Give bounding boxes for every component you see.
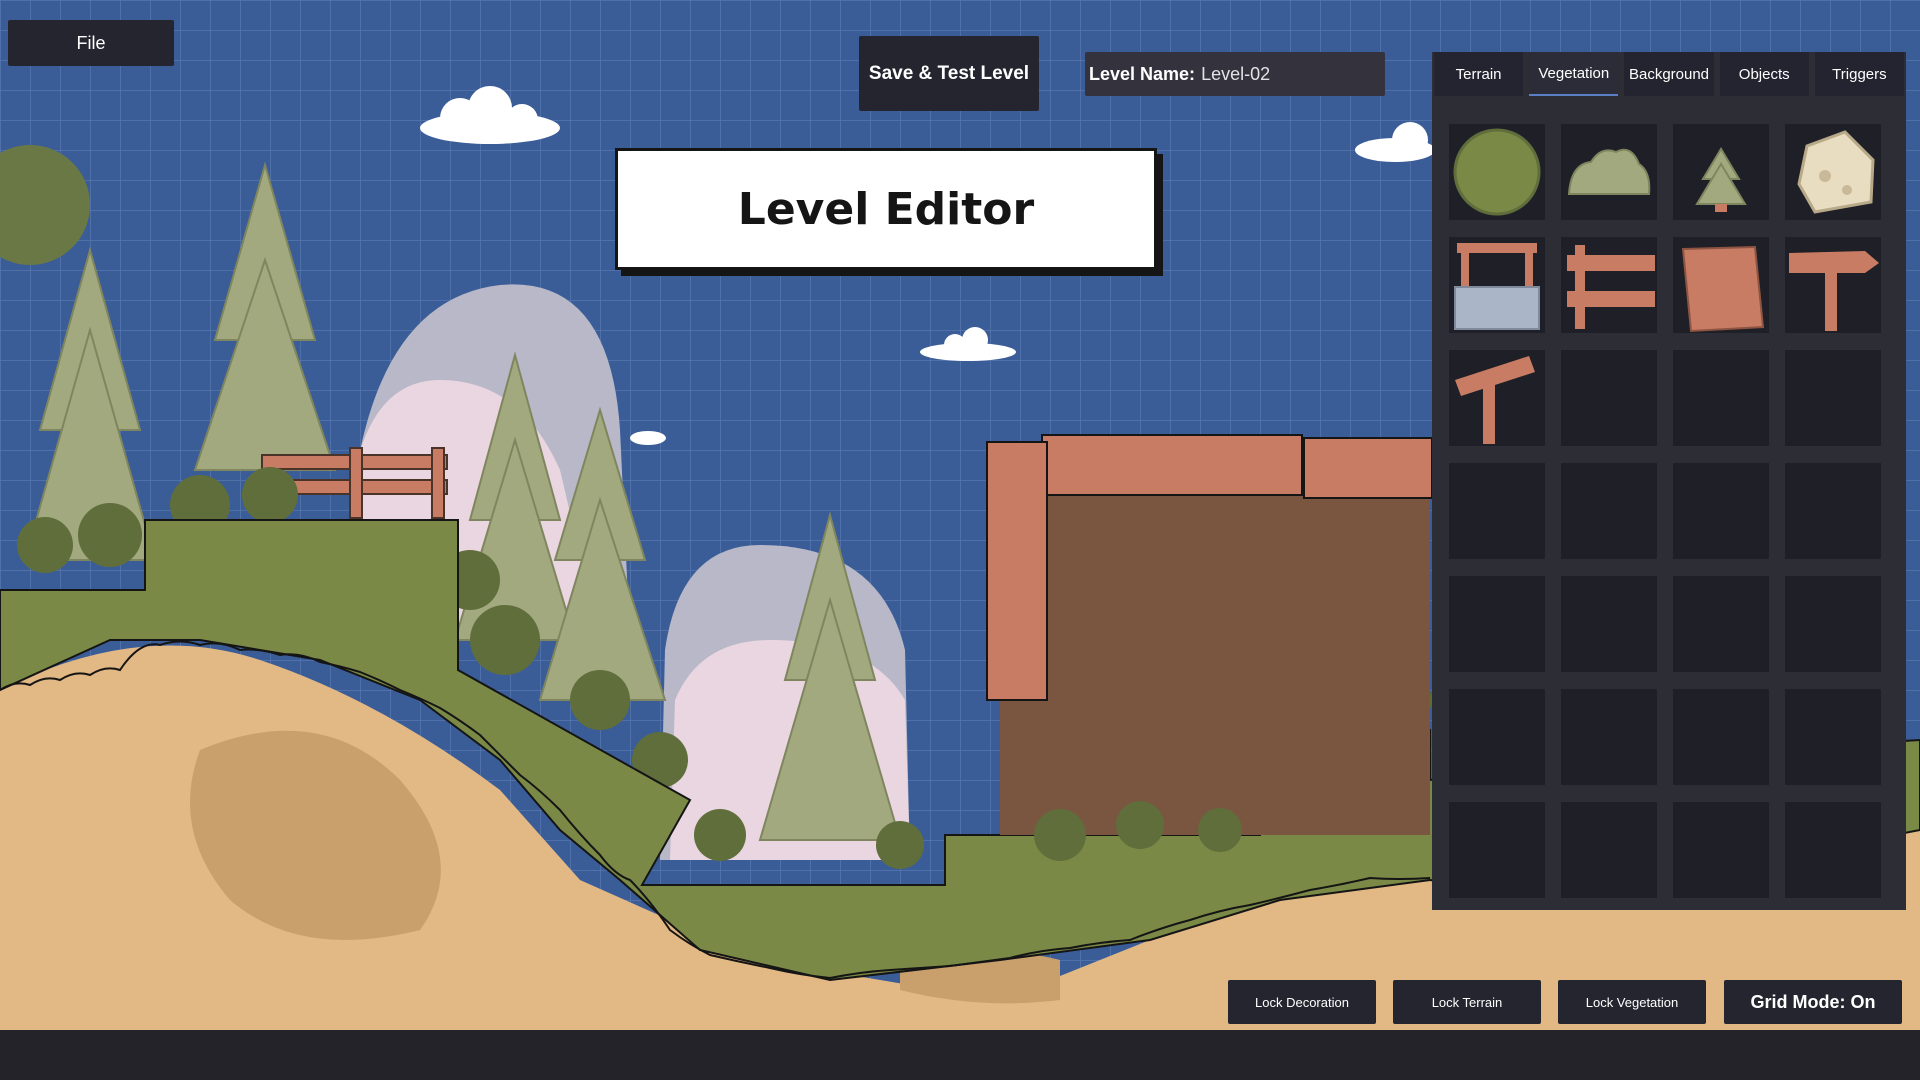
- palette-item-wooden-sign-board[interactable]: [1673, 237, 1769, 333]
- tab-objects[interactable]: Objects: [1719, 52, 1809, 96]
- tab-terrain[interactable]: Terrain: [1434, 52, 1524, 96]
- palette-empty-slot[interactable]: [1785, 463, 1881, 559]
- round-bush-icon: [1453, 128, 1541, 216]
- palette-empty-slot[interactable]: [1785, 802, 1881, 898]
- lock-decoration-button[interactable]: Lock Decoration: [1228, 980, 1376, 1024]
- palette-empty-slot[interactable]: [1561, 576, 1657, 672]
- palette-item-wooden-fence[interactable]: [1561, 237, 1657, 333]
- palette-empty-slot[interactable]: [1449, 463, 1545, 559]
- tilted-signpost-icon: [1455, 356, 1535, 444]
- palette-item-stone-well[interactable]: [1449, 237, 1545, 333]
- grid-mode-toggle[interactable]: Grid Mode: On: [1724, 980, 1902, 1024]
- palette-item-tilted-signpost[interactable]: [1449, 350, 1545, 446]
- page-title: Level Editor: [737, 183, 1035, 235]
- palette-item-pine-tree[interactable]: [1673, 124, 1769, 220]
- palette-item-boulder[interactable]: [1785, 124, 1881, 220]
- cloud: [630, 431, 666, 445]
- palette-empty-slot[interactable]: [1785, 576, 1881, 672]
- lock-terrain-button[interactable]: Lock Terrain: [1393, 980, 1541, 1024]
- boulder-icon: [1797, 130, 1875, 214]
- title-card: Level Editor: [615, 148, 1157, 270]
- palette-empty-slot[interactable]: [1561, 463, 1657, 559]
- palette-item-arrow-signpost[interactable]: [1785, 237, 1881, 333]
- palette-empty-slot[interactable]: [1449, 576, 1545, 672]
- palette-empty-slot[interactable]: [1561, 689, 1657, 785]
- shrub-icon: [1567, 148, 1651, 195]
- palette-empty-slot[interactable]: [1673, 689, 1769, 785]
- palette-empty-slot[interactable]: [1449, 689, 1545, 785]
- tab-vegetation[interactable]: Vegetation: [1529, 52, 1619, 96]
- palette-empty-slot[interactable]: [1449, 802, 1545, 898]
- tab-background[interactable]: Background: [1624, 52, 1714, 96]
- palette-empty-slot[interactable]: [1785, 689, 1881, 785]
- palette-item-shrub[interactable]: [1561, 124, 1657, 220]
- bottom-bar: [0, 1030, 1920, 1080]
- save-test-level-button[interactable]: Save & Test Level: [859, 36, 1039, 111]
- level-name-value[interactable]: Level-02: [1201, 64, 1270, 85]
- palette-empty-slot[interactable]: [1673, 350, 1769, 446]
- file-menu-button[interactable]: File: [8, 20, 174, 66]
- palette-item-round-bush[interactable]: [1449, 124, 1545, 220]
- arrow-signpost-icon: [1789, 251, 1879, 331]
- palette-empty-slot[interactable]: [1673, 576, 1769, 672]
- dirt-block: [1000, 495, 1430, 835]
- palette-tabs: Terrain Vegetation Background Objects Tr…: [1432, 52, 1906, 96]
- palette-empty-slot[interactable]: [1785, 350, 1881, 446]
- lock-vegetation-button[interactable]: Lock Vegetation: [1558, 980, 1706, 1024]
- palette-empty-slot[interactable]: [1561, 350, 1657, 446]
- tab-triggers[interactable]: Triggers: [1814, 52, 1905, 96]
- asset-palette: Terrain Vegetation Background Objects Tr…: [1432, 52, 1906, 910]
- palette-empty-slot[interactable]: [1673, 463, 1769, 559]
- wooden-sign-board-icon: [1681, 245, 1765, 333]
- level-name-label: Level Name:: [1089, 63, 1196, 84]
- stone-well-icon: [1454, 243, 1540, 330]
- palette-empty-slot[interactable]: [1673, 802, 1769, 898]
- pine-tree-icon: [1695, 147, 1747, 212]
- level-name-field[interactable]: Level Name: Level-02: [1085, 52, 1385, 96]
- palette-empty-slot[interactable]: [1561, 802, 1657, 898]
- palette-grid: [1449, 124, 1889, 898]
- wooden-fence-icon: [1567, 245, 1655, 329]
